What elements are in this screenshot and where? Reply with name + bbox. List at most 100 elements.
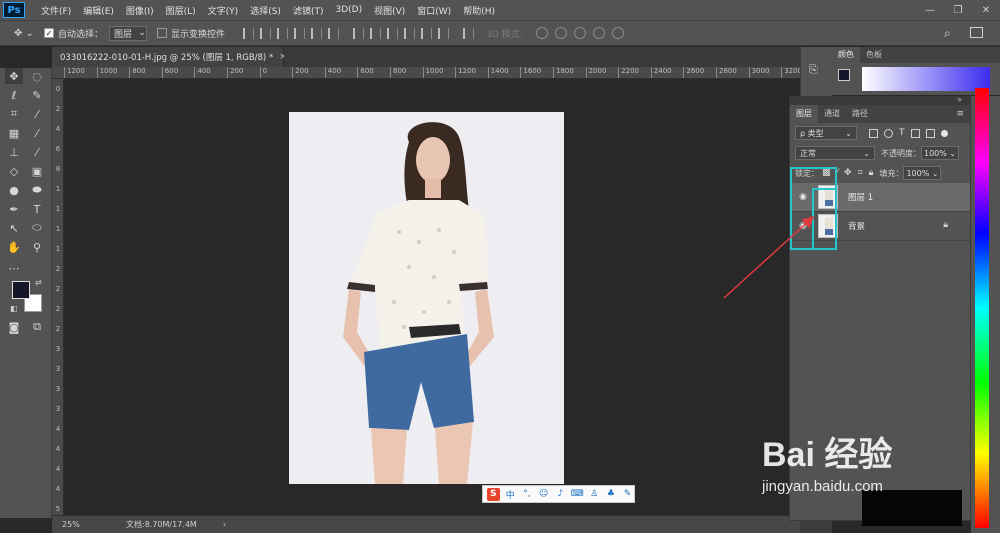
layer-name[interactable]: 背景 (848, 220, 865, 232)
lock-all-icon[interactable]: 🔒︎ (869, 168, 874, 178)
skin-icon[interactable]: ♣ (605, 488, 618, 501)
align-right-icon[interactable] (327, 27, 339, 39)
align-hcenter-icon[interactable] (310, 27, 322, 39)
menu-help[interactable]: 帮助(H) (457, 4, 501, 17)
menu-view[interactable]: 视图(V) (368, 4, 411, 17)
lasso-tool-icon[interactable]: ℓ (5, 87, 23, 103)
hue-color-strip[interactable] (975, 88, 989, 528)
menu-file[interactable]: 文件(F) (35, 4, 77, 17)
clone-stamp-tool-icon[interactable]: ⊥ (5, 144, 23, 160)
menu-select[interactable]: 选择(S) (244, 4, 287, 17)
3d-pan-icon[interactable] (573, 27, 586, 39)
filter-shape-icon[interactable] (910, 128, 920, 138)
menu-image[interactable]: 图像(I) (120, 4, 160, 17)
hand-tool-icon[interactable]: ✋ (5, 239, 23, 255)
default-colors-icon[interactable]: ◧ (10, 304, 18, 313)
tab-paths[interactable]: 路径 (846, 105, 874, 123)
document-tab[interactable]: 033016222-010-01-H.jpg @ 25% (图层 1, RGB/… (52, 47, 286, 67)
menu-filter[interactable]: 滤镜(T) (287, 4, 330, 17)
align-bottom-icon[interactable] (276, 27, 288, 39)
show-transform-checkbox[interactable] (156, 28, 167, 38)
align-vcenter-icon[interactable] (259, 27, 271, 39)
panel-menu-icon[interactable]: ≡ (956, 109, 964, 119)
blur-tool-icon[interactable]: ● (5, 182, 23, 198)
auto-align-icon[interactable] (462, 27, 474, 39)
menu-layer[interactable]: 图层(L) (160, 4, 202, 17)
foreground-color-swatch[interactable] (12, 281, 30, 299)
path-select-tool-icon[interactable]: ↖ (5, 220, 23, 236)
status-menu-arrow-icon[interactable]: › (223, 520, 226, 529)
filter-pixel-icon[interactable] (869, 128, 878, 138)
fill-field[interactable]: 100% ⌄ (903, 166, 942, 180)
distribute-vcenter-icon[interactable] (369, 27, 381, 39)
zoom-tool-icon[interactable]: ⚲ (28, 239, 46, 255)
align-top-icon[interactable] (242, 27, 254, 39)
emoji-icon[interactable]: ☺ (537, 488, 550, 501)
healing-brush-tool-icon[interactable]: ▦ (5, 125, 23, 141)
brush-tool-icon[interactable]: ⁄ (28, 125, 46, 141)
tab-channels[interactable]: 通道 (818, 105, 846, 123)
dodge-tool-icon[interactable]: ⬬ (28, 182, 46, 198)
3d-rotate-icon[interactable] (535, 27, 548, 39)
close-button[interactable]: ✕ (972, 0, 1000, 20)
keyboard-icon[interactable]: ⌨ (571, 488, 584, 501)
gradient-tool-icon[interactable]: ▣ (28, 163, 46, 179)
history-panel-icon[interactable]: ⎘ (809, 63, 818, 77)
layer-name[interactable]: 图层 1 (848, 191, 873, 203)
3d-scale-icon[interactable] (611, 27, 624, 39)
user-icon[interactable]: ♙ (588, 488, 601, 501)
crop-tool-icon[interactable]: ⌗ (5, 106, 23, 122)
3d-roll-icon[interactable] (554, 27, 567, 39)
eyedropper-tool-icon[interactable]: ⁄ (28, 106, 46, 122)
quick-select-tool-icon[interactable]: ✎ (28, 87, 46, 103)
move-tool-icon[interactable]: ✥ (5, 68, 23, 84)
minimize-button[interactable]: — (916, 0, 944, 20)
align-left-icon[interactable] (293, 27, 305, 39)
restore-button[interactable]: ❐ (944, 0, 972, 20)
color-spectrum[interactable] (862, 67, 990, 91)
sogou-logo[interactable]: S (487, 487, 500, 501)
move-tool-preset-icon[interactable]: ✥ ⌄ (14, 28, 34, 39)
ime-mode[interactable]: 中 (504, 488, 517, 501)
filter-toggle-icon[interactable] (940, 129, 948, 137)
tab-swatches[interactable]: 色板 (860, 47, 888, 63)
history-brush-tool-icon[interactable]: ⁄ (28, 144, 46, 160)
3d-slide-icon[interactable] (592, 27, 605, 39)
more-tools-icon[interactable]: ⋯ (5, 260, 23, 276)
workspace-icon[interactable] (970, 27, 983, 38)
type-tool-icon[interactable]: T (28, 201, 46, 217)
pen-tool-icon[interactable]: ✒ (5, 201, 23, 217)
filter-type-icon[interactable]: T (899, 128, 905, 138)
auto-select-checkbox[interactable]: ✓ (43, 28, 54, 38)
lock-artboard-icon[interactable]: ⌗ (858, 168, 863, 178)
distribute-right-icon[interactable] (437, 27, 449, 39)
menu-type[interactable]: 文字(Y) (202, 4, 245, 17)
menu-edit[interactable]: 编辑(E) (77, 4, 120, 17)
distribute-top-icon[interactable] (352, 27, 364, 39)
blend-mode-dropdown[interactable]: 正常 ⌄ (795, 146, 875, 160)
tab-layers[interactable]: 图层 (790, 105, 818, 123)
settings-wrench-icon[interactable]: ✎ (621, 488, 634, 501)
zoom-level[interactable]: 25% (62, 520, 106, 529)
eraser-tool-icon[interactable]: ◇ (5, 163, 23, 179)
quick-mask-icon[interactable]: ◙ (5, 319, 23, 335)
panel-collapse-icon[interactable]: » (957, 95, 962, 104)
swap-colors-icon[interactable]: ⇄ (35, 278, 42, 287)
tab-color[interactable]: 颜色 (832, 47, 860, 63)
menu-3d[interactable]: 3D(D) (329, 5, 368, 15)
marquee-tool-icon[interactable]: ◌ (28, 68, 46, 84)
layer-filter-dropdown[interactable]: ρ 类型 ⌄ (795, 126, 857, 140)
distribute-left-icon[interactable] (403, 27, 415, 39)
shape-tool-icon[interactable]: ⬭ (28, 220, 46, 236)
color-fg-swatch[interactable] (838, 69, 850, 81)
filter-adjustment-icon[interactable] (884, 128, 893, 138)
screen-mode-icon[interactable]: ⧉ (28, 319, 46, 335)
opacity-field[interactable]: 100% ⌄ (921, 146, 959, 160)
distribute-bottom-icon[interactable] (386, 27, 398, 39)
punctuation-icon[interactable]: °, (521, 488, 534, 501)
search-icon[interactable]: ⌕ (944, 26, 951, 41)
auto-select-dropdown[interactable]: 图层 ⌄ (108, 25, 147, 41)
lock-position-icon[interactable]: ✥ (844, 168, 852, 178)
filter-smart-object-icon[interactable] (925, 128, 935, 138)
voice-icon[interactable]: ♪ (554, 488, 567, 501)
